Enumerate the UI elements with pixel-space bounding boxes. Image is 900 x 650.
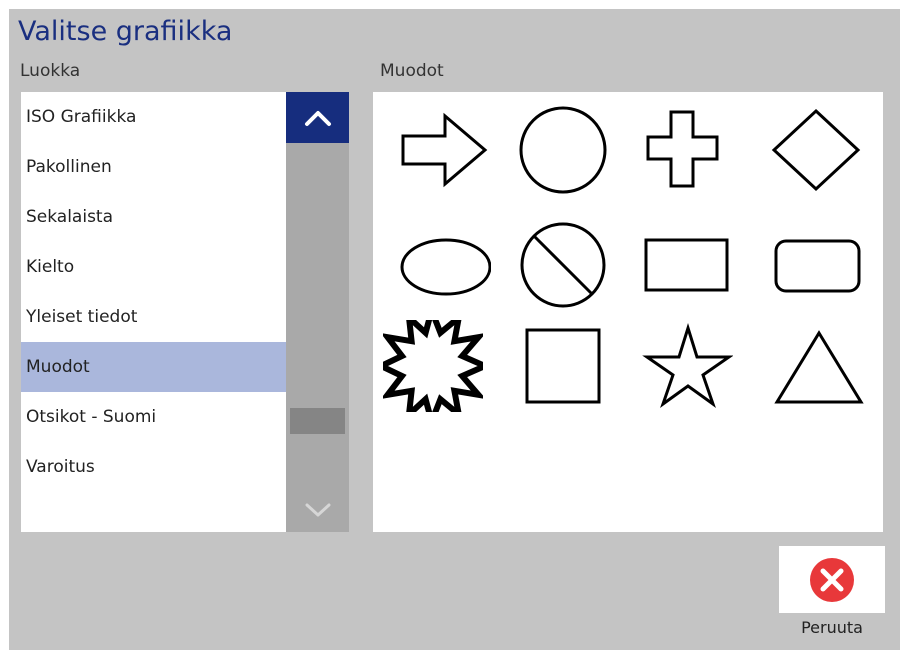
prohibition-icon: [520, 222, 606, 308]
cancel-label[interactable]: Peruuta: [779, 620, 885, 636]
shapes-grid: [373, 92, 883, 532]
category-label: Luokka: [20, 61, 81, 81]
shapes-label: Muodot: [380, 61, 444, 81]
starburst-shape[interactable]: [383, 320, 483, 412]
scroll-down-button[interactable]: [286, 488, 349, 532]
scroll-thumb[interactable]: [290, 408, 345, 434]
triangle-icon: [774, 330, 864, 404]
cross-shape[interactable]: [633, 104, 733, 196]
dialog-title: Valitse grafiikka: [18, 16, 233, 47]
prohibition-shape[interactable]: [513, 219, 613, 311]
rounded-rectangle-icon: [774, 239, 861, 293]
cancel-button[interactable]: [779, 546, 885, 613]
close-icon: [810, 557, 854, 602]
star-icon: [642, 322, 733, 408]
chevron-down-icon: [305, 503, 330, 517]
ellipse-shape[interactable]: [391, 219, 491, 311]
category-list: ISO Grafiikka Pakollinen Sekalaista Kiel…: [21, 92, 286, 532]
category-item-varoitus[interactable]: Varoitus: [21, 442, 286, 492]
chevron-up-icon: [304, 110, 331, 126]
ellipse-icon: [400, 238, 491, 296]
rounded-rectangle-shape[interactable]: [766, 219, 866, 311]
arrow-right-icon: [401, 112, 488, 188]
category-item-muodot[interactable]: Muodot: [21, 342, 286, 392]
category-item-kielto[interactable]: Kielto: [21, 242, 286, 292]
diamond-icon: [771, 108, 861, 192]
square-shape[interactable]: [513, 320, 613, 412]
category-item-pakollinen[interactable]: Pakollinen: [21, 142, 286, 192]
square-icon: [525, 328, 601, 404]
category-item-yleiset-tiedot[interactable]: Yleiset tiedot: [21, 292, 286, 342]
cross-icon: [646, 110, 719, 188]
star-shape[interactable]: [633, 320, 733, 412]
category-item-iso-grafiikka[interactable]: ISO Grafiikka: [21, 92, 286, 142]
rectangle-icon: [644, 238, 729, 292]
arrow-right-shape[interactable]: [391, 104, 491, 196]
category-scrollbar[interactable]: [286, 92, 349, 532]
rectangle-shape[interactable]: [633, 219, 733, 311]
circle-shape[interactable]: [513, 104, 613, 196]
triangle-shape[interactable]: [766, 320, 866, 412]
category-item-otsikot-suomi[interactable]: Otsikot - Suomi: [21, 392, 286, 442]
diamond-shape[interactable]: [766, 104, 866, 196]
scroll-up-button[interactable]: [286, 92, 349, 143]
starburst-icon: [383, 320, 483, 412]
circle-icon: [519, 106, 607, 194]
category-item-sekalaista[interactable]: Sekalaista: [21, 192, 286, 242]
